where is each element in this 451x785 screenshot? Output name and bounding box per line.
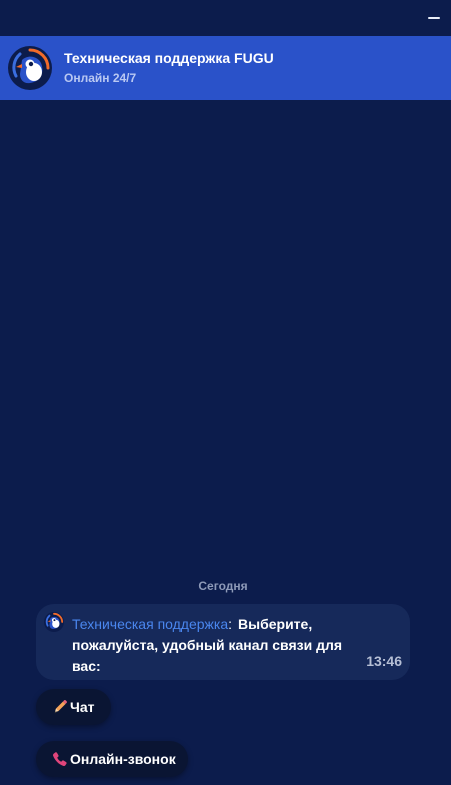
message-time: 13:46 <box>366 653 402 669</box>
message-text-block: Техническая поддержка: Выберите, пожалуйс… <box>72 614 362 677</box>
phone-icon <box>52 752 67 767</box>
message-bubble: Техническая поддержка: Выберите, пожалуйс… <box>36 604 410 680</box>
pencil-icon <box>54 700 67 714</box>
chat-header: Техническая поддержка FUGU Онлайн 24/7 <box>0 36 451 100</box>
chat-option-label: Чат <box>70 699 95 715</box>
fugu-bird-logo-icon <box>8 46 52 90</box>
fugu-bird-logo-icon <box>44 612 64 632</box>
online-call-label: Онлайн-звонок <box>70 751 176 767</box>
chat-option-button[interactable]: Чат <box>36 689 111 725</box>
window-top-bar <box>0 0 451 36</box>
online-call-button[interactable]: Онлайн-звонок <box>36 741 188 777</box>
chat-title: Техническая поддержка FUGU <box>64 50 274 66</box>
online-status: Онлайн 24/7 <box>64 71 137 85</box>
message-sender: Техническая поддержка <box>72 616 229 632</box>
sender-separator: : <box>228 616 233 632</box>
minimize-icon[interactable] <box>427 8 441 22</box>
date-separator: Сегодня <box>198 579 248 593</box>
